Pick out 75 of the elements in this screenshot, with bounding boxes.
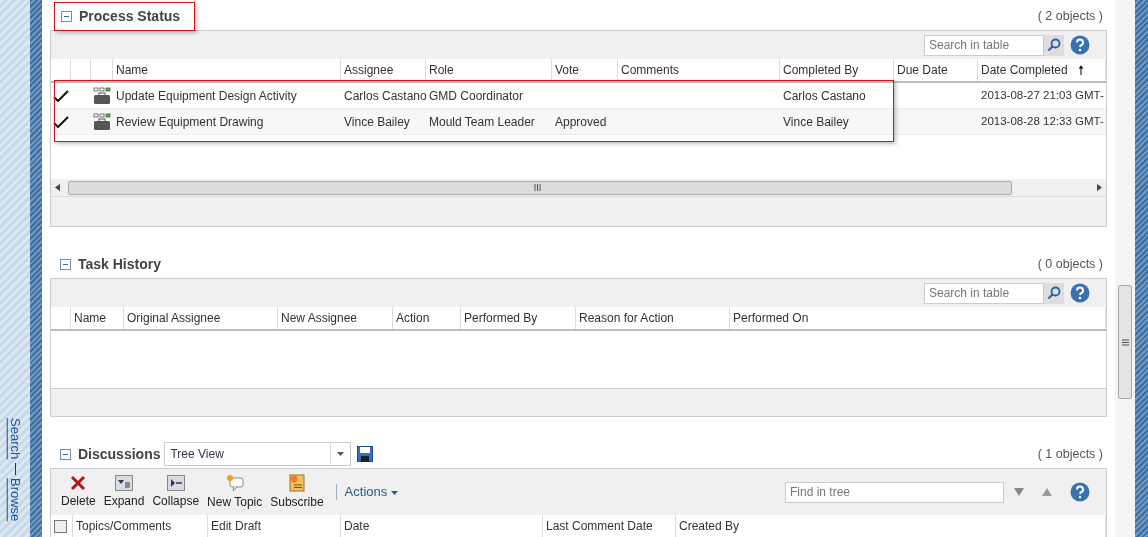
object-count: ( 1 objects )	[1037, 445, 1103, 463]
toolbar-button[interactable]: Subscribe	[266, 473, 328, 511]
horizontal-scrollbar[interactable]	[51, 179, 1106, 196]
grip-icon	[534, 184, 541, 191]
column-header[interactable]: Name	[74, 309, 106, 327]
help-icon[interactable]	[1070, 482, 1090, 502]
table-cell: Update Equipment Design Activity	[116, 88, 297, 103]
help-icon[interactable]	[1070, 283, 1090, 303]
column-header[interactable]: New Assignee	[281, 309, 358, 327]
toolbar-button[interactable]: Delete	[57, 474, 100, 510]
object-count: ( 2 objects )	[1037, 7, 1103, 25]
save-icon[interactable]	[357, 446, 374, 462]
column-header[interactable]: Last Comment Date	[546, 517, 653, 535]
speech-bubble-icon	[225, 473, 244, 492]
section-title: Process Status	[79, 6, 181, 26]
search-icon[interactable]	[1044, 34, 1064, 56]
funnel-icon[interactable]	[1014, 488, 1024, 496]
scroll-left-icon[interactable]	[55, 184, 60, 191]
column-header[interactable]: Name	[116, 61, 148, 79]
table-cell: Review Equipment Drawing	[116, 114, 264, 129]
table-cell: GMD Coordinator	[429, 88, 524, 103]
toolbar-button[interactable]: Expand	[99, 474, 149, 510]
table-cell: Approved	[555, 114, 607, 129]
column-header[interactable]: Vote	[555, 61, 580, 79]
column-header[interactable]: Role	[429, 61, 454, 79]
grip-icon	[1121, 338, 1129, 346]
table-cell: Carlos Castano	[783, 88, 866, 103]
search-field[interactable]: Search in table	[924, 34, 1044, 56]
note-icon	[287, 473, 306, 492]
column-header[interactable]: Performed On	[733, 309, 809, 327]
table-cell: Vince Bailey	[344, 114, 410, 129]
column-header[interactable]: Created By	[679, 517, 740, 535]
column-header[interactable]: Assignee	[344, 61, 394, 79]
column-header[interactable]: Comments	[621, 61, 679, 79]
column-header[interactable]: Original Assignee	[127, 309, 221, 327]
column-header[interactable]: Reason for Action	[579, 309, 674, 327]
side-link[interactable]: Search	[5, 418, 25, 460]
search-field[interactable]: Search in table	[924, 282, 1044, 304]
scroll-right-icon[interactable]	[1097, 184, 1102, 191]
checkbox[interactable]	[54, 519, 67, 533]
caret-icon	[390, 490, 398, 495]
task-icon	[93, 86, 111, 105]
column-header[interactable]: Edit Draft	[211, 517, 261, 535]
list-icon	[115, 474, 134, 491]
section-title: Task History	[78, 254, 161, 274]
help-icon[interactable]	[1070, 35, 1090, 55]
view-dropdown[interactable]: Tree View	[164, 442, 352, 466]
collapse-icon[interactable]	[60, 258, 71, 270]
task-icon	[93, 112, 111, 131]
column-header[interactable]: Completed By	[783, 61, 859, 79]
table-cell: 2013-08-27 21:03 GMT-	[981, 89, 1104, 102]
find-field[interactable]: Find in tree	[785, 481, 1004, 503]
table-cell: Carlos Castano	[344, 88, 427, 103]
table-cell: Mould Team Leader	[429, 114, 535, 129]
toolbar-button[interactable]: Collapse	[148, 474, 204, 510]
collapse-list-icon	[166, 474, 185, 491]
table-cell: 2013-08-28 12:33 GMT-	[981, 115, 1104, 128]
actions-menu[interactable]: Actions	[344, 482, 398, 502]
vertical-scrollbar[interactable]	[1115, 0, 1135, 537]
side-link[interactable]: Browse	[5, 477, 25, 521]
section-title: Discussions	[78, 444, 161, 464]
toolbar-button[interactable]: New Topic	[203, 473, 267, 511]
column-header[interactable]: Due Date	[897, 61, 948, 79]
column-header[interactable]: Date	[344, 517, 370, 535]
column-header[interactable]: Action	[396, 309, 430, 327]
table-cell: Vince Bailey	[783, 114, 849, 129]
collapse-icon[interactable]	[61, 10, 72, 22]
column-header[interactable]: Date Completed	[981, 61, 1068, 79]
column-header[interactable]: Performed By	[464, 309, 538, 327]
x-icon	[70, 474, 87, 491]
collapse-icon[interactable]	[60, 448, 71, 460]
column-header[interactable]: Topics/Comments	[76, 517, 172, 535]
search-icon[interactable]	[1044, 282, 1064, 304]
object-count: ( 0 objects )	[1037, 255, 1103, 273]
caret-icon	[337, 452, 345, 456]
